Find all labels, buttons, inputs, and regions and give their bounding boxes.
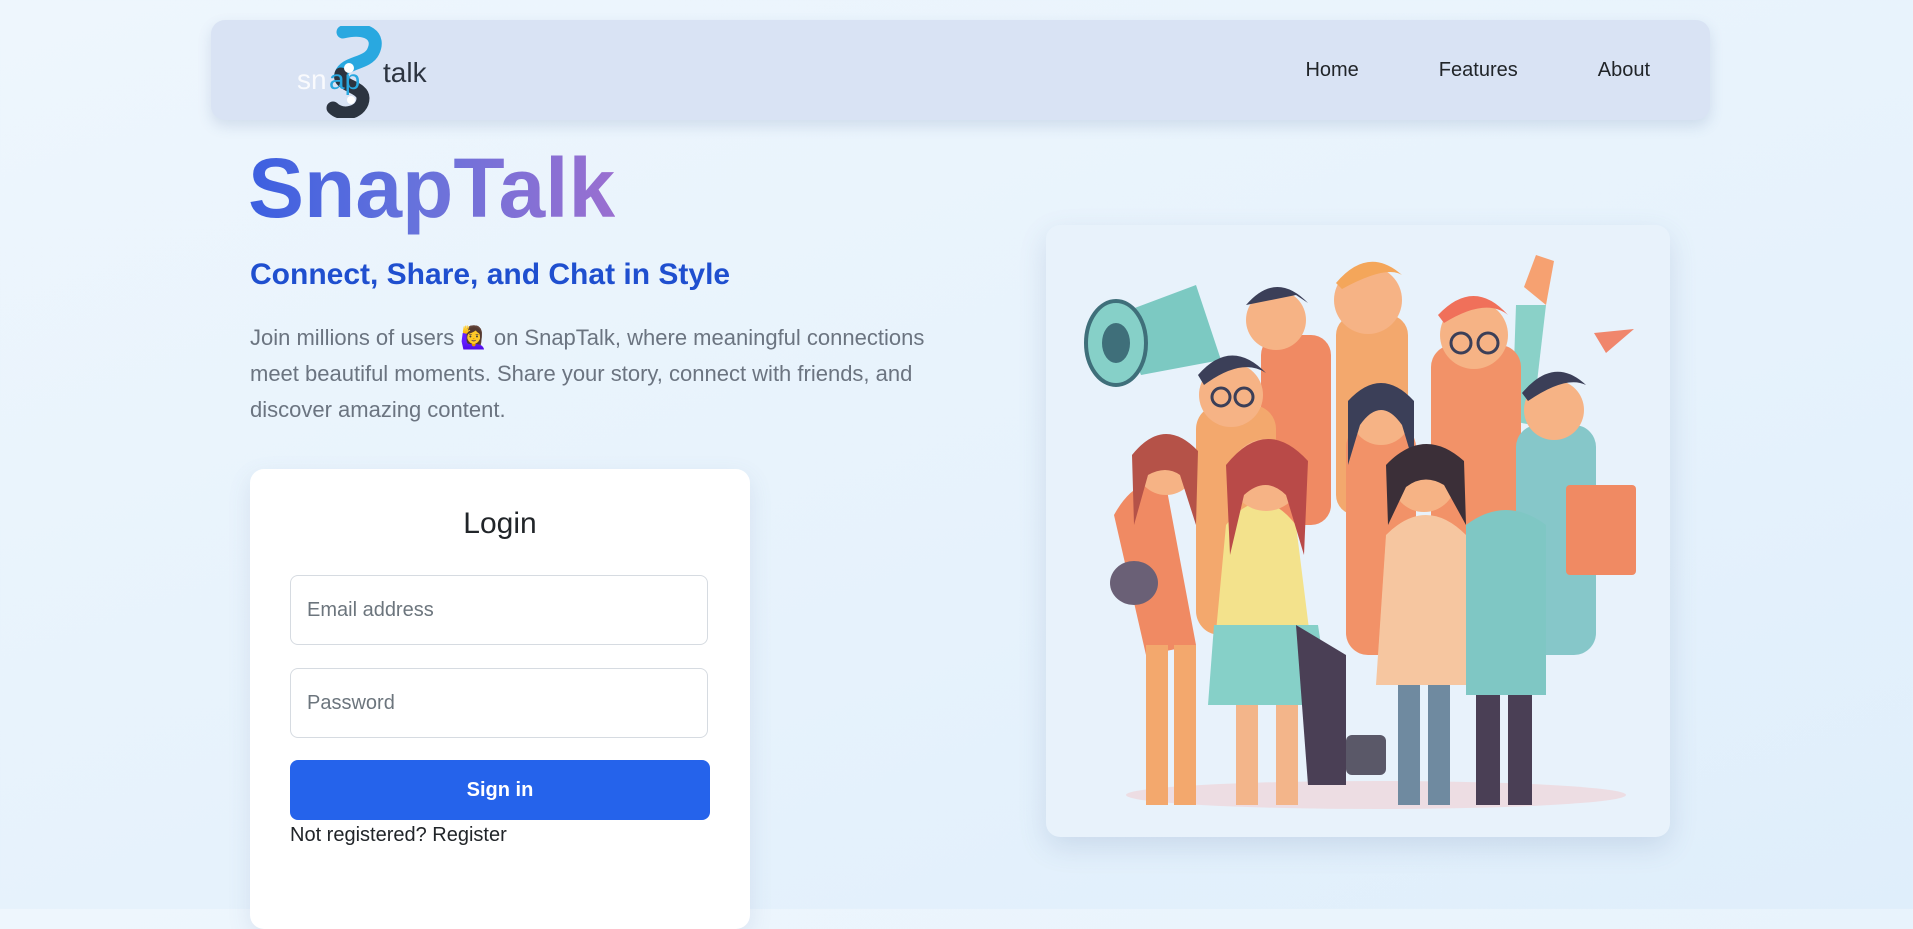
password-field[interactable] [290, 668, 708, 738]
logo-text-sn: sn [297, 64, 327, 95]
hero-title: SnapTalk [248, 138, 615, 238]
login-title: Login [463, 507, 537, 540]
megaphone-icon [1084, 285, 1221, 387]
register-link[interactable]: Register [432, 824, 506, 846]
illustration-card [1046, 225, 1670, 837]
nav-links: Home Features About [1305, 20, 1650, 120]
nav-link-about[interactable]: About [1598, 59, 1650, 82]
hero-subtitle: Connect, Share, and Chat in Style [250, 258, 731, 291]
raising-hand-emoji-icon: 🙋‍♀️ [460, 325, 488, 350]
nav-link-features[interactable]: Features [1439, 59, 1518, 82]
login-card: Login Sign in Not registered? Register [250, 469, 750, 929]
group-of-people-illustration [1084, 255, 1636, 809]
email-field[interactable] [290, 575, 708, 645]
register-line: Not registered? Register [290, 824, 507, 847]
logo-text-ap: ap [329, 64, 360, 95]
snaptalk-logo[interactable]: sn ap talk [283, 23, 443, 120]
register-prefix: Not registered? [290, 824, 433, 846]
sign-in-button[interactable]: Sign in [290, 760, 710, 820]
nav-link-home[interactable]: Home [1305, 59, 1358, 82]
logo-text-talk: talk [383, 57, 428, 88]
hero-description: Join millions of users 🙋‍♀️ on SnapTalk,… [250, 320, 970, 428]
navbar: sn ap talk Home Features About [211, 20, 1710, 120]
snaptalk-logo-icon: sn ap talk [297, 23, 428, 120]
hero-description-start: Join millions of users [250, 325, 461, 350]
